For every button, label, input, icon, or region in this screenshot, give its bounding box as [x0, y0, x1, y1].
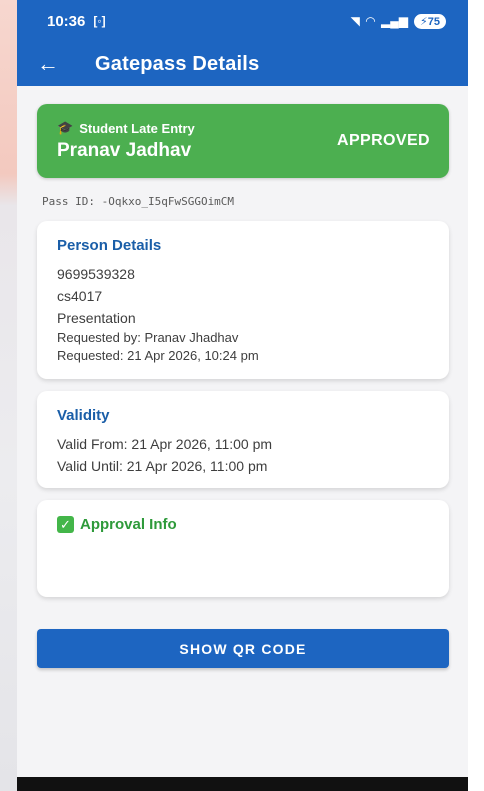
background-edge-left — [0, 0, 17, 791]
wifi-icon: ◠ — [365, 14, 376, 28]
page-title: Gatepass Details — [95, 52, 260, 75]
pass-type: 🎓 Student Late Entry — [57, 120, 195, 136]
student-name: Pranav Jadhav — [57, 140, 192, 161]
status-time: 10:36 — [47, 12, 86, 30]
approval-info-card: ✓ Approval Info — [37, 500, 449, 597]
requested-at: Requested: 21 Apr 2026, 10:24 pm — [57, 348, 259, 363]
status-card-info: 🎓 Student Late Entry Pranav Jadhav — [57, 120, 195, 162]
graduation-cap-icon: 🎓 — [57, 120, 74, 135]
status-badge: APPROVED — [337, 132, 430, 149]
content: 🎓 Student Late Entry Pranav Jadhav APPRO… — [17, 86, 468, 668]
arrow-left-icon[interactable]: ← — [37, 51, 67, 77]
status-left: 10:36 [◦] — [47, 13, 106, 30]
app-bar: ← Gatepass Details — [17, 42, 468, 86]
screen: 10:36 [◦] ◥ ◠ ▂▄▆ ⚡75 ← Gatepass Details… — [0, 0, 484, 791]
phone-screen: 10:36 [◦] ◥ ◠ ▂▄▆ ⚡75 ← Gatepass Details… — [17, 0, 468, 791]
person-id: cs4017 — [57, 288, 103, 304]
battery-level: 75 — [427, 15, 440, 28]
show-qr-code-button[interactable]: SHOW QR CODE — [37, 629, 449, 668]
pass-id: Pass ID: -Oqkxo_I5qFwSGGOimCM — [42, 195, 235, 208]
signal-icon: ▂▄▆ — [381, 14, 409, 28]
screen-record-icon: [◦] — [93, 14, 106, 28]
mute-icon: ◥ — [350, 14, 360, 28]
battery-indicator: ⚡75 — [414, 13, 446, 29]
person-details-title: Person Details — [57, 237, 162, 254]
reason: Presentation — [57, 310, 136, 326]
validity-card: Validity Valid From: 21 Apr 2026, 11:00 … — [37, 391, 449, 488]
phone-number: 9699539328 — [57, 266, 135, 282]
check-box-icon: ✓ — [57, 516, 74, 533]
approval-info-title: ✓ Approval Info — [57, 516, 429, 533]
background-edge-right — [468, 0, 484, 791]
valid-until: Valid Until: 21 Apr 2026, 11:00 pm — [57, 458, 268, 474]
status-card: 🎓 Student Late Entry Pranav Jadhav APPRO… — [37, 104, 449, 178]
valid-from: Valid From: 21 Apr 2026, 11:00 pm — [57, 436, 273, 452]
requested-by: Requested by: Pranav Jhadhav — [57, 330, 239, 345]
approval-info-label: Approval Info — [80, 516, 177, 533]
pass-type-label: Student Late Entry — [79, 120, 195, 136]
validity-title: Validity — [57, 407, 110, 424]
person-details-card: Person Details 9699539328 cs4017 Present… — [37, 221, 449, 379]
status-bar: 10:36 [◦] ◥ ◠ ▂▄▆ ⚡75 — [17, 0, 468, 42]
status-right: ◥ ◠ ▂▄▆ ⚡75 — [350, 13, 446, 29]
navigation-bar — [17, 777, 468, 791]
